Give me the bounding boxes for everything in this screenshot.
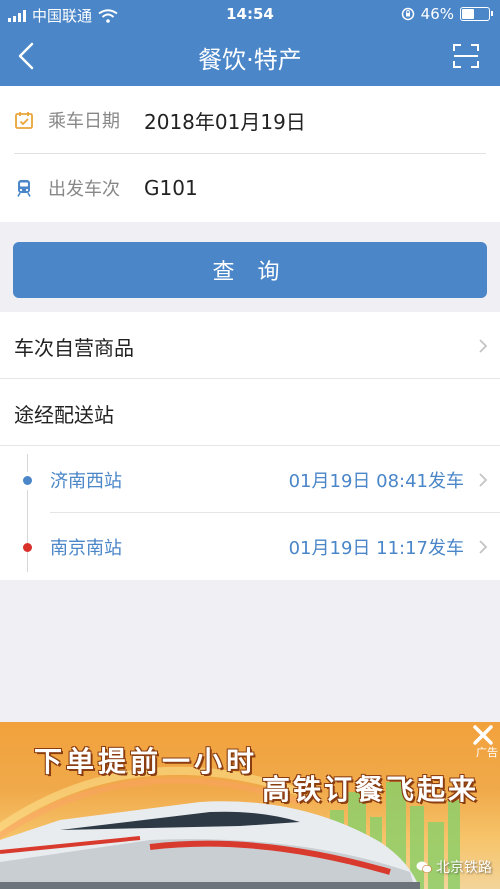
nav-bar: 餐饮·特产: [0, 28, 500, 86]
self-products-row[interactable]: 车次自营商品: [0, 312, 500, 379]
chevron-right-icon: [479, 540, 488, 554]
train-row[interactable]: 出发车次 G101: [0, 154, 500, 222]
battery-icon: [460, 7, 493, 21]
chevron-right-icon: [479, 339, 488, 353]
station-name: 济南西站: [50, 471, 122, 492]
stations-header-row: 途经配送站: [0, 379, 500, 446]
status-bar: 中国联通 14:54 46%: [0, 0, 500, 28]
calendar-icon: [15, 112, 33, 129]
train-icon: [17, 180, 31, 197]
station-name: 南京南站: [50, 538, 122, 559]
station-time: 01月19日 08:41发车: [288, 471, 464, 492]
chevron-right-icon: [479, 473, 488, 487]
scan-icon[interactable]: [452, 42, 480, 70]
battery-percent: 46%: [420, 5, 454, 23]
query-form: 乘车日期 2018年01月19日 出发车次 G101: [0, 86, 500, 222]
station-dot: [23, 476, 32, 485]
orientation-lock-icon: [401, 7, 414, 21]
status-right: 46%: [401, 5, 493, 23]
station-dot: [23, 543, 32, 552]
stations-header: 途经配送站: [14, 403, 114, 427]
watermark: 北京铁路: [416, 857, 492, 877]
header-bar: 中国联通 14:54 46% 餐饮·特产: [0, 0, 500, 86]
wechat-icon: [416, 861, 432, 874]
query-button[interactable]: 查 询: [13, 242, 487, 298]
ad-headline: 下单提前一小时: [34, 745, 259, 778]
ad-banner[interactable]: 下单提前一小时 高铁订餐飞起来 广告 北京铁路: [0, 722, 500, 889]
ad-subheadline: 高铁订餐飞起来: [262, 773, 480, 806]
page-title: 餐饮·特产: [198, 46, 302, 74]
station-time: 01月19日 11:17发车: [288, 538, 464, 559]
date-label: 乘车日期: [48, 111, 120, 132]
date-row[interactable]: 乘车日期 2018年01月19日: [0, 86, 500, 154]
ad-tag: 广告: [476, 746, 498, 759]
train-value[interactable]: G101: [144, 176, 198, 200]
train-label: 出发车次: [48, 179, 120, 200]
watermark-text: 北京铁路: [436, 860, 492, 876]
station-row[interactable]: 南京南站 01月19日 11:17发车: [0, 513, 500, 580]
product-list: 车次自营商品 途经配送站 济南西站 01月19日 08:41发车 南京南站 01…: [0, 312, 500, 580]
self-products-label: 车次自营商品: [14, 336, 134, 360]
station-row[interactable]: 济南西站 01月19日 08:41发车: [0, 446, 500, 513]
date-value[interactable]: 2018年01月19日: [144, 106, 306, 135]
